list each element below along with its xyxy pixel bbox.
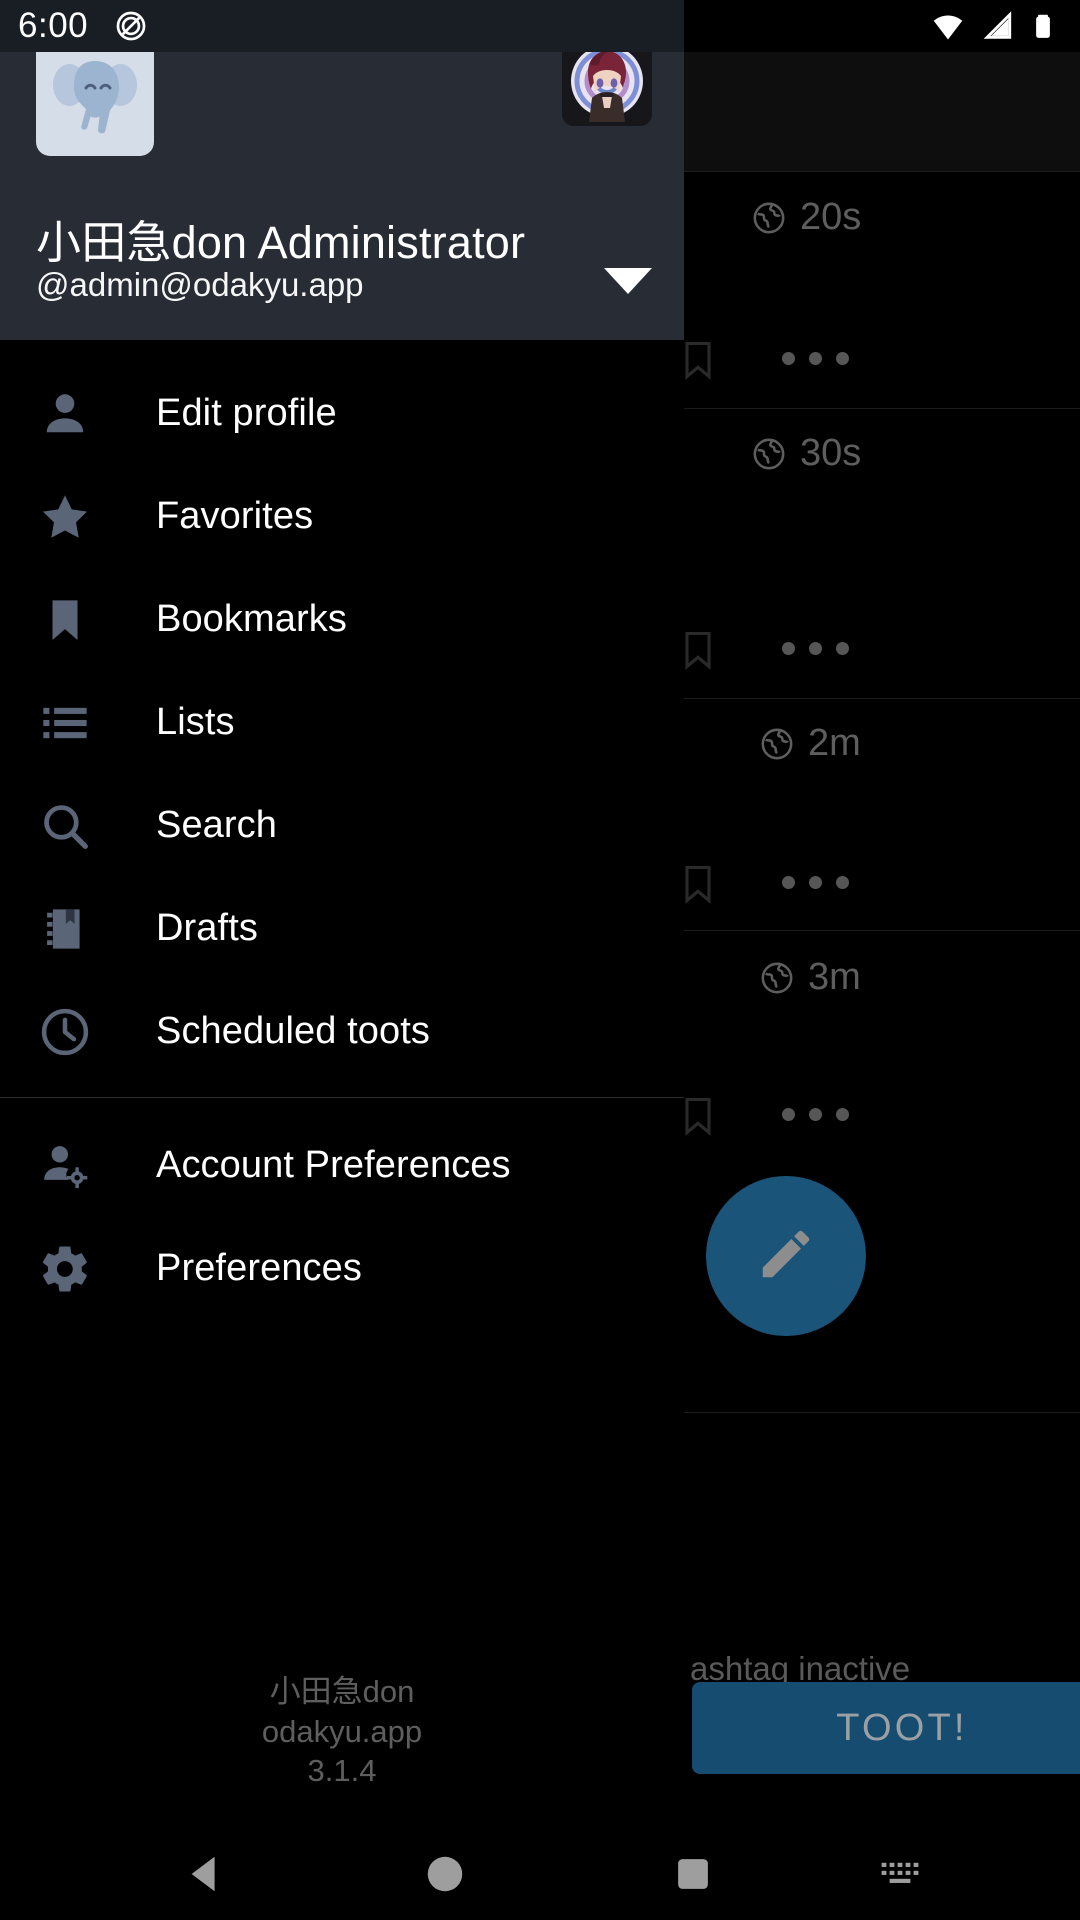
- more-options-icon[interactable]: [782, 352, 849, 365]
- menu-item-search[interactable]: Search: [0, 774, 684, 877]
- post-meta: 3m: [760, 956, 861, 999]
- wifi-icon: [930, 8, 966, 44]
- recents-square-icon[interactable]: [672, 1853, 714, 1895]
- cellular-signal-icon: [980, 9, 1014, 43]
- post-meta: 30s: [752, 432, 861, 475]
- drawer-footer: 小田急don odakyu.app 3.1.4: [0, 1672, 684, 1791]
- menu-item-lists[interactable]: Lists: [0, 671, 684, 774]
- menu-item-edit-profile[interactable]: Edit profile: [0, 362, 684, 465]
- status-bar: 6:00: [0, 0, 684, 52]
- app-version: 3.1.4: [307, 1753, 377, 1789]
- pencil-icon: [755, 1223, 817, 1290]
- menu-item-bookmarks[interactable]: Bookmarks: [0, 568, 684, 671]
- post-timestamp: 2m: [808, 722, 861, 764]
- menu-item-preferences[interactable]: Preferences: [0, 1217, 684, 1320]
- account-handle: @admin@odakyu.app: [36, 266, 364, 303]
- menu-item-label: Drafts: [156, 907, 258, 949]
- gear-icon: [36, 1240, 94, 1298]
- navigation-drawer: 小田急don Administrator @admin@odakyu.app E…: [0, 0, 684, 1920]
- back-triangle-icon[interactable]: [182, 1851, 228, 1897]
- menu-divider: [0, 1097, 684, 1098]
- compose-fab[interactable]: [706, 1176, 866, 1336]
- post-meta: 2m: [760, 722, 861, 765]
- bookmark-icon: [36, 591, 94, 649]
- menu-item-label: Search: [156, 804, 278, 846]
- person-icon: [36, 385, 94, 443]
- instance-domain: odakyu.app: [261, 1713, 423, 1749]
- menu-item-label: Favorites: [156, 495, 314, 537]
- do-not-disturb-icon: [114, 9, 148, 43]
- menu-item-label: Lists: [156, 701, 235, 743]
- more-options-icon[interactable]: [782, 876, 849, 889]
- menu-item-label: Account Preferences: [156, 1144, 511, 1186]
- drafts-icon: [36, 900, 94, 958]
- menu-item-label: Preferences: [156, 1247, 362, 1289]
- menu-item-label: Scheduled toots: [156, 1010, 431, 1052]
- person-gear-icon: [36, 1137, 94, 1195]
- app-screen: 20s 30s 2m 3m ashtag inactive TOOT! 6:00…: [0, 0, 1080, 1920]
- menu-item-drafts[interactable]: Drafts: [0, 877, 684, 980]
- system-navigation-bar: [0, 1828, 1080, 1920]
- status-bar-clock: 6:00: [18, 6, 89, 45]
- menu-item-favorites[interactable]: Favorites: [0, 465, 684, 568]
- background-toolbar: [684, 52, 1080, 172]
- toot-button-label: TOOT!: [836, 1706, 968, 1749]
- globe-icon: [760, 727, 794, 761]
- toot-button[interactable]: TOOT!: [692, 1682, 1080, 1774]
- post-timestamp: 20s: [800, 196, 862, 238]
- globe-icon: [752, 437, 786, 471]
- elephant-placeholder-avatar[interactable]: [36, 38, 154, 156]
- account-display-name: 小田急don Administrator: [36, 217, 526, 268]
- status-bar-indicators: [684, 0, 1080, 52]
- more-options-icon[interactable]: [782, 1108, 849, 1121]
- menu-item-scheduled-toots[interactable]: Scheduled toots: [0, 980, 684, 1083]
- drawer-menu: Edit profile Favorites Bookmarks Lists S…: [0, 340, 684, 1320]
- search-icon: [36, 797, 94, 855]
- more-options-icon[interactable]: [782, 642, 849, 655]
- star-icon: [36, 488, 94, 546]
- post-timestamp: 3m: [808, 956, 861, 998]
- chevron-down-icon[interactable]: [604, 268, 652, 294]
- menu-item-label: Bookmarks: [156, 598, 347, 640]
- keyboard-icon[interactable]: [880, 1857, 928, 1891]
- menu-item-label: Edit profile: [156, 392, 337, 434]
- menu-item-account-preferences[interactable]: Account Preferences: [0, 1114, 684, 1217]
- home-circle-icon[interactable]: [422, 1851, 468, 1897]
- list-icon: [36, 694, 94, 752]
- battery-icon: [1028, 9, 1058, 43]
- post-timestamp: 30s: [800, 432, 862, 474]
- post-meta: 20s: [752, 196, 861, 239]
- globe-icon: [752, 201, 786, 235]
- clock-icon: [36, 1003, 94, 1061]
- globe-icon: [760, 961, 794, 995]
- instance-name: 小田急don: [269, 1674, 415, 1709]
